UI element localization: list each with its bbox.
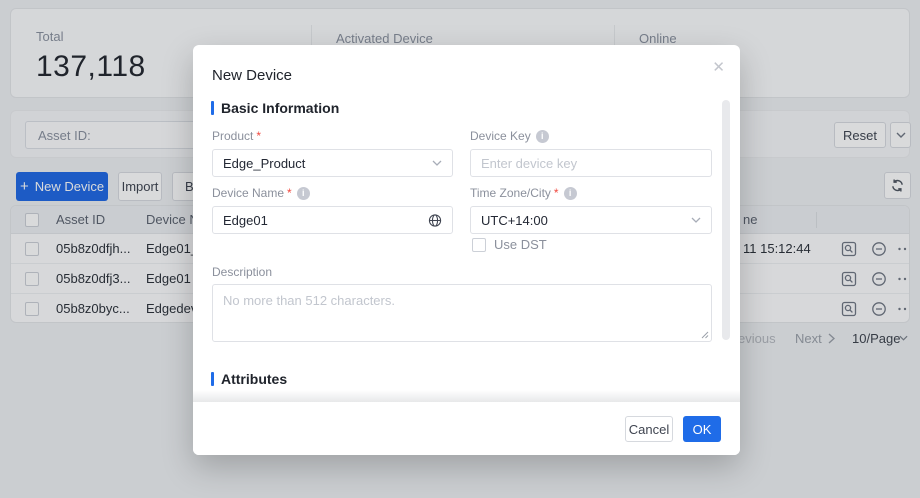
close-icon[interactable]: ✕ [712, 58, 725, 76]
product-label: Product * [212, 129, 261, 143]
info-icon: i [536, 130, 549, 143]
chevron-down-icon [432, 160, 442, 166]
description-label: Description [212, 265, 272, 279]
device-key-field[interactable] [470, 149, 712, 177]
section-accent-bar [211, 101, 214, 115]
required-mark: * [256, 129, 261, 143]
modal-scrollbar[interactable] [722, 100, 730, 340]
resize-handle-icon[interactable] [701, 331, 709, 339]
description-textarea[interactable] [212, 284, 712, 342]
required-mark: * [287, 186, 292, 200]
use-dst-checkbox[interactable] [472, 238, 486, 252]
scroll-shadow [193, 390, 740, 402]
cancel-button[interactable]: Cancel [625, 416, 673, 442]
device-name-input[interactable] [223, 213, 428, 228]
use-dst-label: Use DST [494, 237, 547, 252]
device-name-label: Device Name * i [212, 186, 310, 200]
timezone-select-value: UTC+14:00 [481, 213, 691, 228]
device-management-page: Total 137,118 Activated Device Online As… [0, 0, 920, 498]
modal-footer: Cancel OK [193, 402, 740, 455]
ok-button-label: OK [693, 422, 712, 437]
info-icon: i [564, 187, 577, 200]
ok-button[interactable]: OK [683, 416, 721, 442]
basic-information-section: Basic Information [211, 100, 339, 116]
device-key-label: Device Key i [470, 129, 549, 143]
chevron-down-icon [691, 217, 701, 223]
modal-title: New Device [212, 67, 292, 84]
description-field [212, 284, 712, 342]
required-mark: * [554, 186, 559, 200]
device-name-field[interactable] [212, 206, 453, 234]
product-select[interactable]: Edge_Product [212, 149, 453, 177]
cancel-button-label: Cancel [629, 422, 669, 437]
timezone-label: Time Zone/City * i [470, 186, 577, 200]
attributes-title: Attributes [221, 371, 287, 387]
product-select-value: Edge_Product [223, 156, 432, 171]
globe-icon[interactable] [428, 213, 442, 228]
use-dst-option[interactable]: Use DST [472, 237, 547, 252]
section-accent-bar [211, 372, 214, 386]
basic-information-title: Basic Information [221, 100, 339, 116]
device-key-input[interactable] [481, 156, 701, 171]
timezone-select[interactable]: UTC+14:00 [470, 206, 712, 234]
info-icon: i [297, 187, 310, 200]
attributes-section: Attributes [211, 371, 287, 387]
new-device-modal: New Device ✕ Basic Information Product *… [193, 45, 740, 455]
